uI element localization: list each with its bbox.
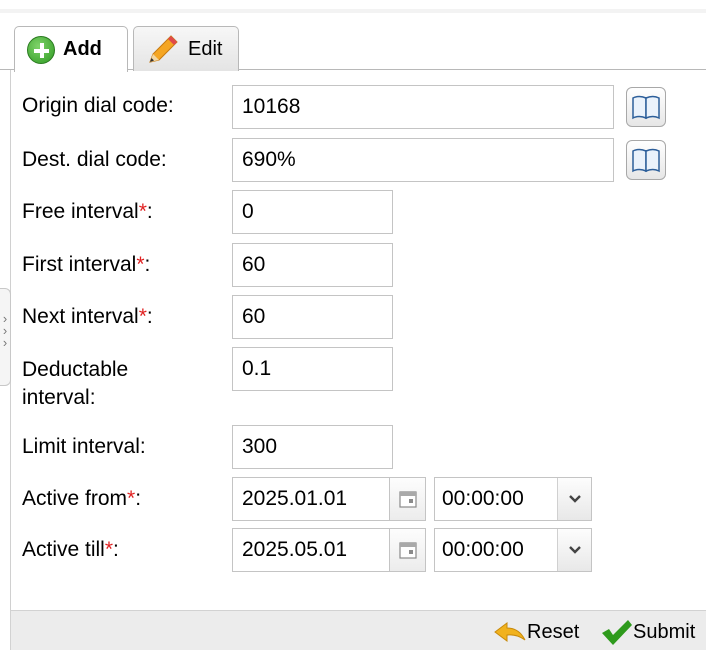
active-from-time-select[interactable]: 00:00:00 (434, 477, 592, 521)
required-mark: * (104, 538, 114, 561)
limit-interval-input[interactable]: 300 (232, 425, 393, 469)
first-interval-input[interactable]: 60 (232, 243, 393, 287)
active-till-time-select[interactable]: 00:00:00 (434, 528, 592, 572)
expand-panel-handle[interactable]: › › › (0, 288, 11, 386)
required-mark: * (127, 487, 136, 510)
dest-dial-code-input[interactable]: 690% (232, 138, 614, 182)
reset-label: Reset (527, 620, 580, 643)
free-interval-label: Free interval*: (22, 200, 153, 223)
limit-interval-value: 300 (242, 435, 278, 458)
active-till-date-value: 2025.05.01 (242, 538, 348, 561)
submit-button[interactable]: Submit (599, 617, 695, 647)
tab-edit-label: Edit (188, 37, 223, 60)
tab-add-label: Add (63, 38, 102, 60)
active-from-time-value: 00:00:00 (442, 487, 524, 510)
dest-dial-code-value: 690% (242, 148, 296, 171)
chevron-down-icon[interactable] (557, 478, 591, 520)
deductable-interval-value: 0.1 (242, 357, 272, 380)
book-icon (632, 148, 660, 173)
dest-dial-code-lookup-button[interactable] (626, 140, 666, 180)
next-interval-label: Next interval*: (22, 305, 153, 328)
required-mark: * (136, 253, 145, 276)
required-mark: * (138, 200, 147, 223)
origin-dial-code-value: 10168 (242, 95, 301, 118)
next-interval-value: 60 (242, 305, 266, 328)
required-mark: * (138, 305, 147, 328)
active-from-date-value: 2025.01.01 (242, 487, 348, 510)
active-till-time-value: 00:00:00 (442, 538, 524, 561)
active-from-calendar-button[interactable] (390, 477, 426, 521)
submit-label: Submit (633, 620, 696, 643)
origin-dial-code-label: Origin dial code: (22, 94, 174, 117)
reset-button[interactable]: Reset (493, 617, 579, 647)
top-strip (0, 0, 706, 13)
free-interval-value: 0 (242, 200, 254, 223)
active-till-calendar-button[interactable] (390, 528, 426, 572)
calendar-icon (398, 542, 417, 559)
origin-dial-code-input[interactable]: 10168 (232, 85, 614, 129)
plus-circle-icon (27, 35, 55, 64)
active-till-date-input[interactable]: 2025.05.01 (232, 528, 390, 572)
active-till-label: Active till*: (22, 538, 119, 561)
active-from-label: Active from*: (22, 487, 142, 510)
first-interval-label: First interval*: (22, 253, 151, 276)
limit-interval-label: Limit interval: (22, 435, 146, 458)
calendar-icon (398, 491, 417, 508)
deductable-interval-input[interactable]: 0.1 (232, 347, 393, 391)
tab-edit[interactable]: Edit (133, 26, 239, 71)
pencil-icon (149, 35, 178, 63)
active-from-date-input[interactable]: 2025.01.01 (232, 477, 390, 521)
tab-add[interactable]: Add (14, 26, 128, 72)
book-icon (632, 95, 660, 120)
free-interval-input[interactable]: 0 (232, 190, 393, 234)
chevron-down-icon[interactable] (557, 529, 591, 571)
origin-dial-code-lookup-button[interactable] (626, 87, 666, 127)
dest-dial-code-label: Dest. dial code: (22, 148, 167, 171)
deductable-interval-label: Deductable interval: (22, 358, 129, 409)
checkmark-icon (602, 620, 632, 645)
undo-arrow-icon (494, 622, 526, 642)
first-interval-value: 60 (242, 253, 266, 276)
tab-bar: Add Edit (0, 24, 706, 72)
next-interval-input[interactable]: 60 (232, 295, 393, 339)
form-footer: Reset Submit (10, 610, 706, 650)
